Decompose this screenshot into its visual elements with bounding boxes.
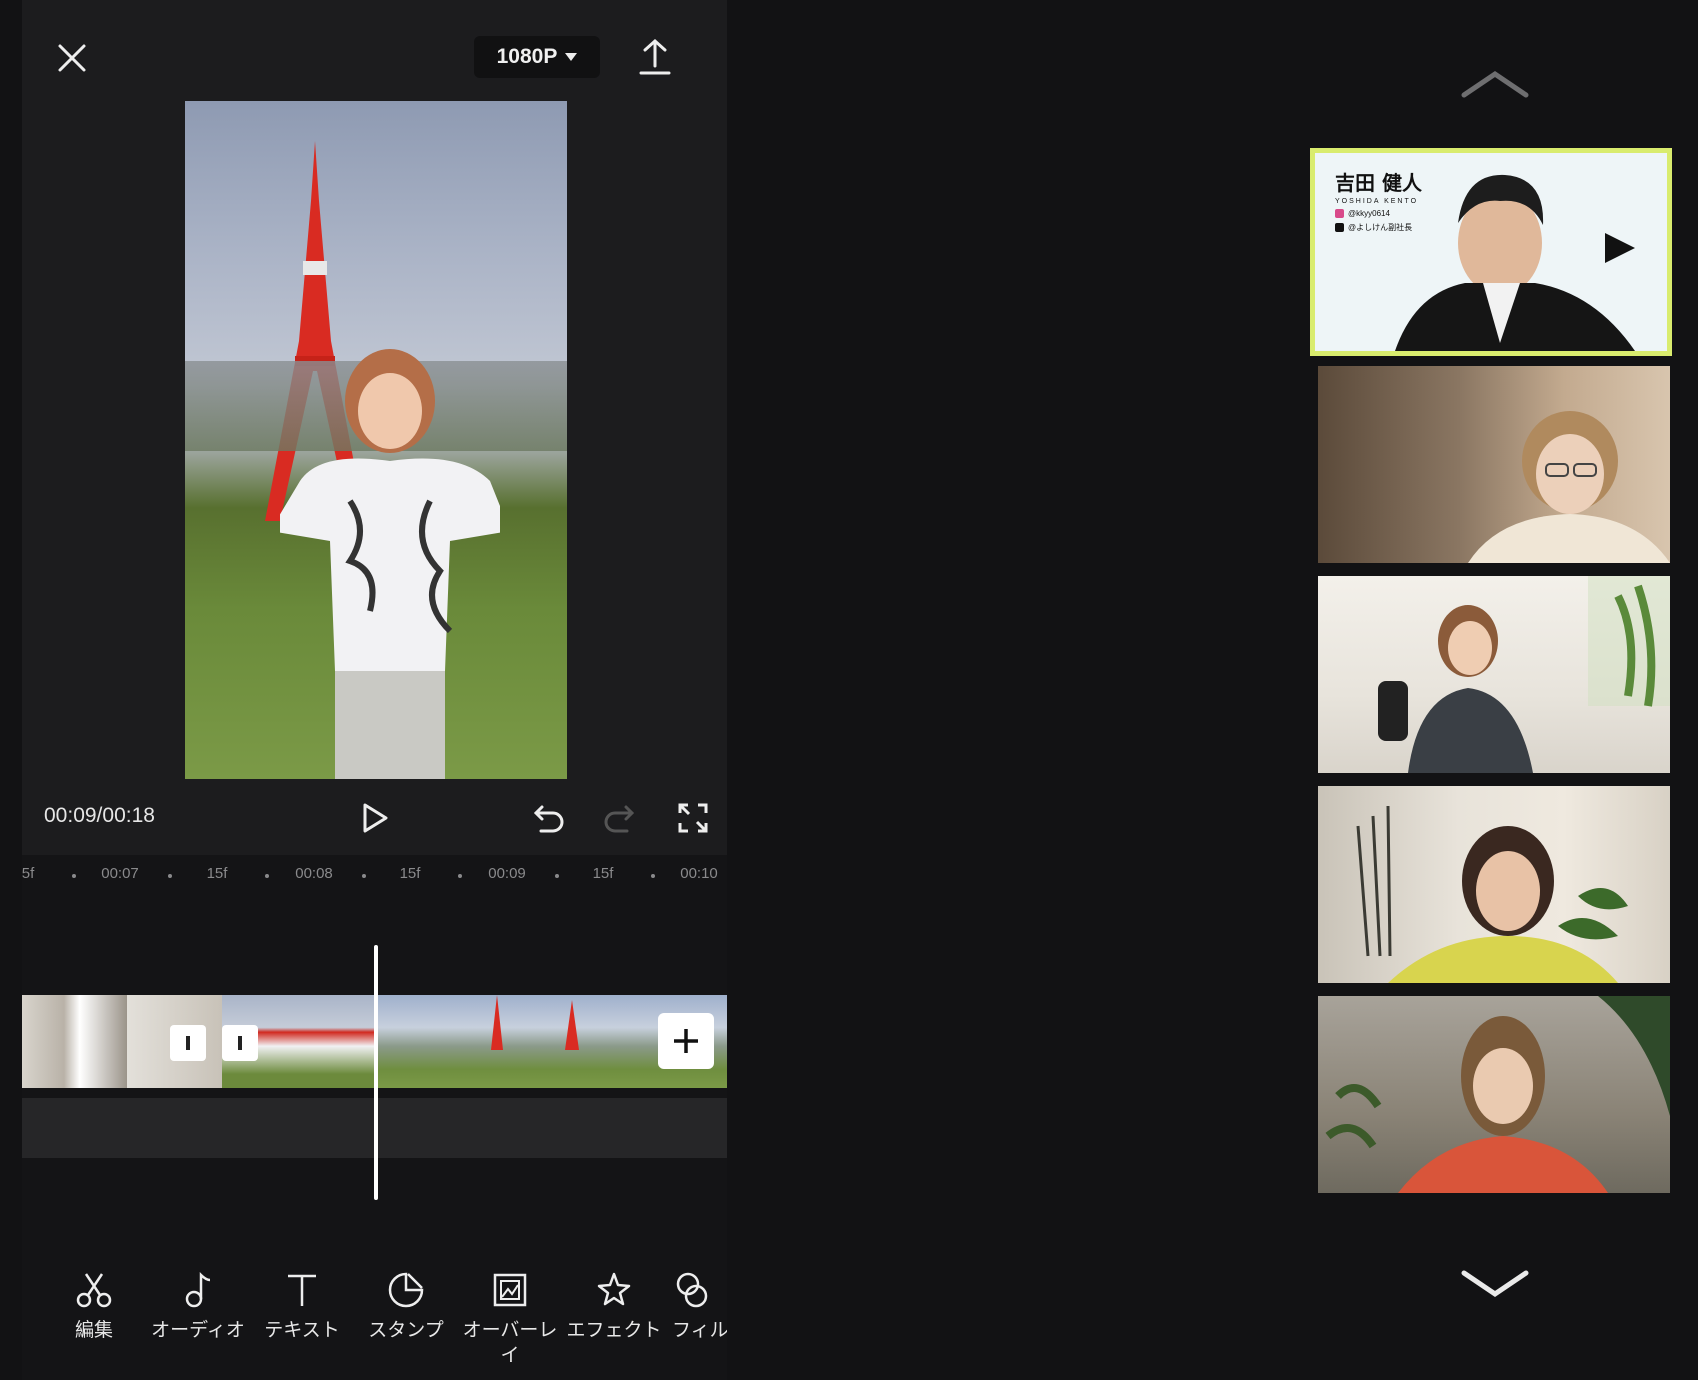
tool-label: テキスト	[264, 1320, 340, 1341]
undo-icon	[533, 805, 564, 833]
participant-tile[interactable]	[1318, 996, 1670, 1193]
upload-icon	[639, 38, 671, 75]
participant-tile-active-speaker[interactable]: 吉田 健人 YOSHIDA KENTO @kkyy0614 @よしけん副社長	[1310, 148, 1672, 356]
editor-toolbar: 編集 オーディオ テキスト スタンプ オーバーレイ エフェクト フィル	[22, 1270, 727, 1380]
tool-label: スタンプ	[368, 1320, 444, 1341]
tool-overlay[interactable]: オーバーレイ	[458, 1270, 562, 1368]
tool-label: 編集	[74, 1320, 113, 1341]
undo-button[interactable]	[528, 797, 570, 839]
resolution-dropdown[interactable]: 1080P	[474, 36, 600, 78]
ruler-dot	[362, 874, 366, 878]
transition-icon	[186, 1036, 190, 1050]
participant-tile[interactable]	[1318, 786, 1670, 983]
tool-audio[interactable]: オーディオ	[146, 1270, 250, 1343]
caret-down-icon	[565, 53, 578, 61]
video-preview[interactable]	[185, 101, 567, 779]
resolution-label: 1080P	[496, 45, 558, 68]
tower-clip-detail	[491, 995, 579, 1050]
ruler-dot	[72, 874, 76, 878]
play-icon	[363, 803, 388, 833]
participant-tile[interactable]	[1318, 576, 1670, 773]
participant-video	[1395, 174, 1635, 351]
fullscreen-button[interactable]	[672, 797, 714, 839]
fullscreen-icon	[678, 803, 708, 833]
tool-filter[interactable]: フィル	[666, 1270, 727, 1343]
ruler-dot	[168, 874, 172, 878]
playhead[interactable]	[374, 945, 378, 1200]
ruler-tick-label: 00:08	[295, 865, 333, 882]
ruler-tick-label: 15f	[399, 865, 421, 882]
scroll-up-button[interactable]	[1455, 62, 1535, 106]
editor-preview-area: 1080P 00:09/00:18	[22, 0, 727, 855]
participant-video	[1356, 805, 1628, 983]
woman-subject-image	[280, 349, 500, 779]
transition-marker[interactable]	[222, 1025, 258, 1061]
plus-icon	[674, 1029, 698, 1053]
effect-star-icon	[597, 1272, 631, 1306]
filter-icon	[676, 1272, 708, 1308]
export-button[interactable]	[632, 34, 678, 80]
ruler-dot	[265, 874, 269, 878]
ruler-tick-label: 00:07	[101, 865, 139, 882]
sticker-icon	[388, 1272, 424, 1308]
tool-effect[interactable]: エフェクト	[562, 1270, 666, 1343]
transition-icon	[238, 1036, 242, 1050]
participant-tile[interactable]	[1318, 366, 1670, 563]
play-button[interactable]	[352, 795, 398, 841]
close-icon	[58, 44, 86, 72]
ruler-tick-label: 15f	[592, 865, 614, 882]
ruler-tick-label: 00:10	[680, 865, 718, 882]
ruler-dot	[458, 874, 462, 878]
tool-edit[interactable]: 編集	[42, 1270, 146, 1343]
add-clip-button[interactable]	[658, 1013, 714, 1069]
music-note-icon	[185, 1271, 211, 1308]
ruler-tick-label: 15f	[206, 865, 228, 882]
scissors-icon	[76, 1273, 112, 1308]
ruler-dot	[555, 874, 559, 878]
participant-video	[1378, 576, 1670, 773]
scroll-down-button[interactable]	[1455, 1262, 1535, 1306]
playback-time: 00:09/00:18	[44, 804, 155, 827]
tool-text[interactable]: テキスト	[250, 1270, 354, 1343]
tool-label: オーバーレイ	[462, 1320, 558, 1366]
ruler-tick-label: 5f	[21, 865, 35, 882]
video-editor-panel: 1080P 00:09/00:18 5f 00:07 15f 00:08 15f…	[22, 0, 727, 1380]
tool-label: フィル	[672, 1320, 727, 1341]
participant-video	[1325, 996, 1670, 1193]
tool-sticker[interactable]: スタンプ	[354, 1270, 458, 1343]
close-button[interactable]	[50, 36, 94, 80]
tool-label: オーディオ	[151, 1320, 245, 1341]
chevron-down-icon	[1461, 1270, 1529, 1298]
redo-icon	[604, 805, 635, 833]
ruler-tick-label: 00:09	[488, 865, 526, 882]
ruler-dot	[651, 874, 655, 878]
overlay-icon	[493, 1273, 527, 1307]
redo-button[interactable]	[598, 797, 640, 839]
tool-label: エフェクト	[566, 1320, 662, 1341]
timeline-ruler[interactable]: 5f 00:07 15f 00:08 15f 00:09 15f 00:10	[22, 865, 727, 889]
text-icon	[288, 1274, 316, 1306]
transition-marker[interactable]	[170, 1025, 206, 1061]
clip-thumbnail[interactable]	[22, 995, 127, 1088]
participant-video	[1468, 411, 1670, 563]
chevron-up-icon	[1461, 70, 1529, 98]
